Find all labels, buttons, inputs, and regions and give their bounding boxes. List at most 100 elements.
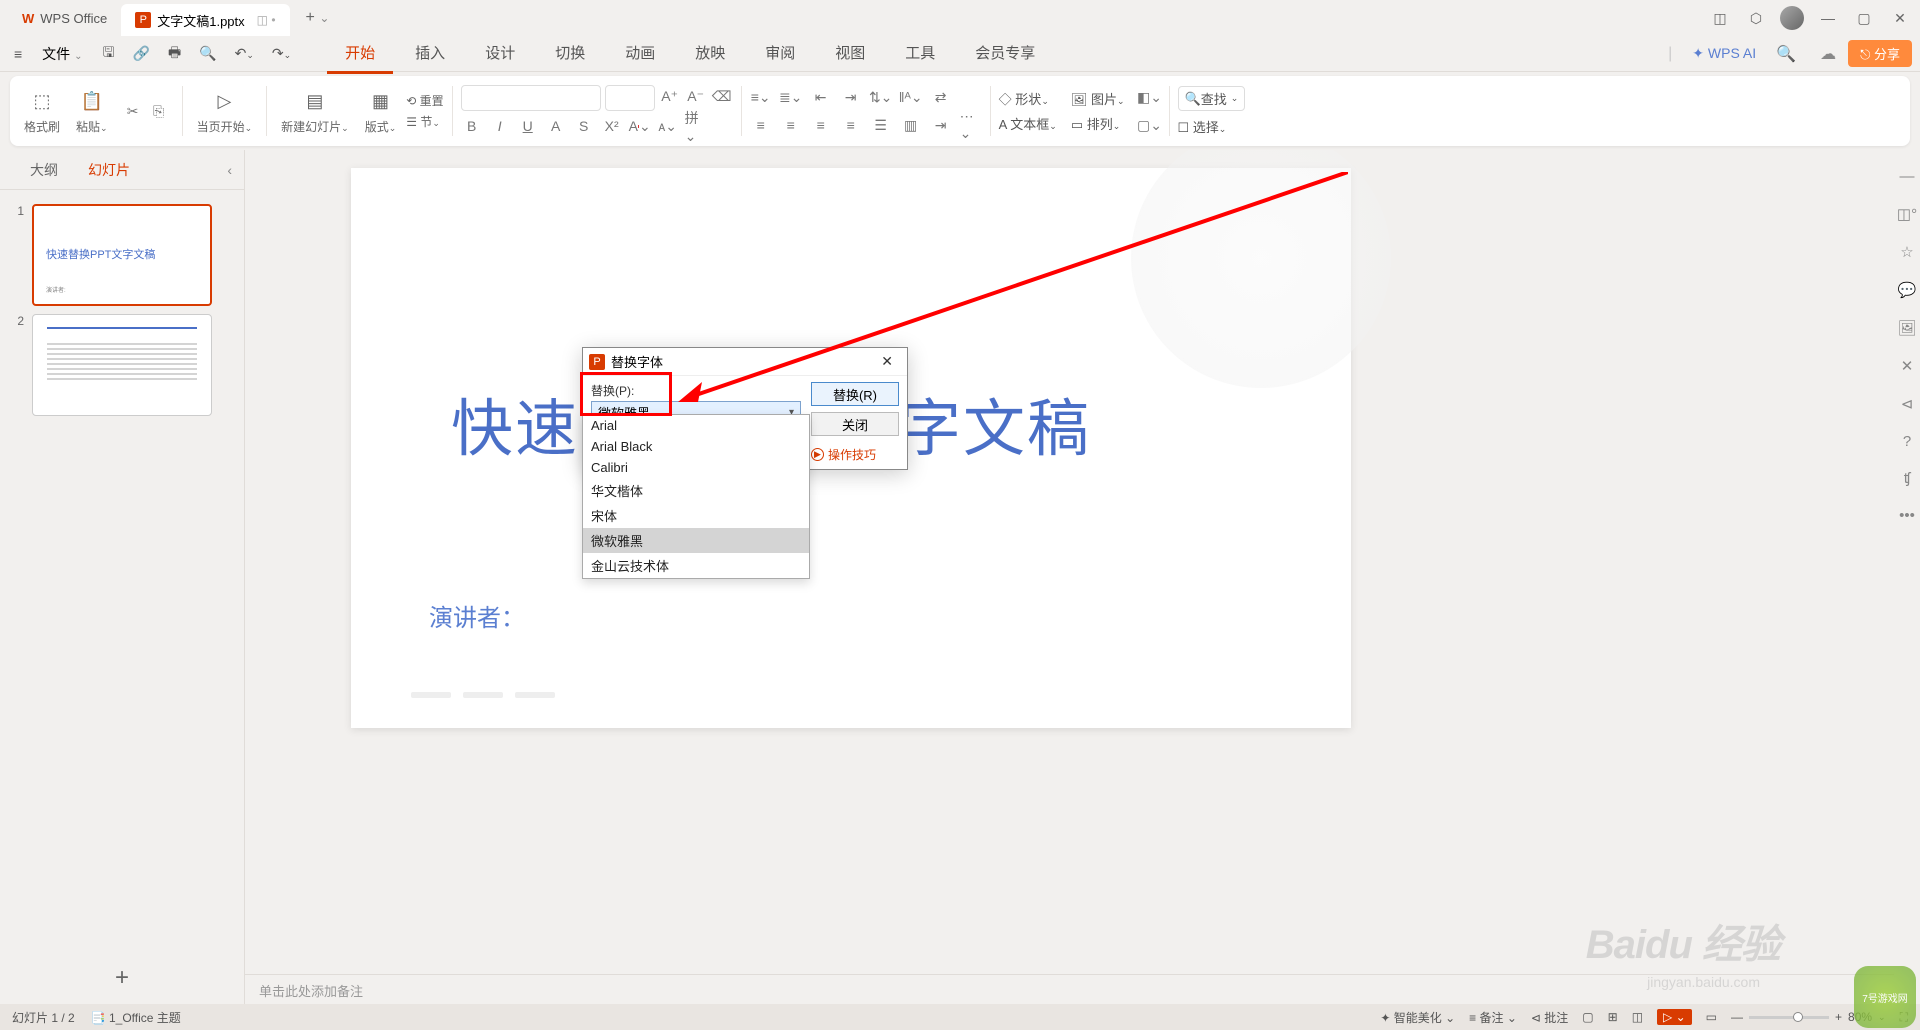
highlight-icon[interactable]: A [545, 115, 567, 137]
font-option[interactable]: 微软雅黑 [583, 528, 809, 553]
font-option[interactable]: Calibri [583, 457, 809, 478]
hanger-icon[interactable]: ʧ [1904, 470, 1910, 487]
export-icon[interactable]: 🔗 [127, 41, 156, 66]
tips-link[interactable]: ▶操作技巧 [811, 446, 899, 463]
clear-format-icon[interactable]: ⌫ [711, 85, 733, 107]
replace-button[interactable]: 替换(R) [811, 382, 899, 406]
notes-area[interactable]: 单击此处添加备注 [245, 974, 1894, 1004]
zoom-thumb[interactable] [1793, 1012, 1803, 1022]
more-icon[interactable]: ••• [1899, 507, 1915, 524]
align-center-icon[interactable]: ≡ [780, 114, 802, 136]
tab-slideshow[interactable]: 放映 [677, 34, 743, 74]
layout-group[interactable]: ▦版式⌄ [359, 88, 403, 135]
outline-icon[interactable]: ▢⌄ [1139, 114, 1161, 136]
font-size-selector[interactable] [605, 85, 655, 111]
tab-design[interactable]: 设计 [467, 34, 533, 74]
view-slideshow-icon[interactable]: ▷ ⌄ [1657, 1009, 1692, 1025]
section-button[interactable]: ☰ 节⌄ [406, 113, 443, 130]
view-presenter-icon[interactable]: ▭ [1706, 1010, 1717, 1024]
align-justify-icon[interactable]: ≡ [840, 114, 862, 136]
format-brush-group[interactable]: ⬚格式刷 [18, 88, 66, 135]
scissors-icon[interactable]: ✂ [122, 100, 144, 122]
window-mode-icon[interactable]: ◫ [1708, 6, 1732, 30]
text-direction-icon[interactable]: ‖ᴬ⌄ [900, 86, 922, 108]
close-button[interactable]: 关闭 [811, 412, 899, 436]
more-para-icon[interactable]: ⋯⌄ [960, 114, 982, 136]
tab-animation[interactable]: 动画 [607, 34, 673, 74]
start-page-group[interactable]: ▷当页开始⌄ [191, 88, 259, 135]
close-icon[interactable]: ✕ [1888, 6, 1912, 30]
share-button[interactable]: ⎋ 分享 [1848, 40, 1912, 67]
paste-group[interactable]: 📋粘贴⌄ [70, 88, 114, 135]
undo-icon[interactable]: ↶⌄ [229, 41, 260, 66]
tab-member[interactable]: 会员专享 [957, 34, 1053, 74]
copy-icon[interactable]: ⎘ [148, 100, 170, 122]
textbox-button[interactable]: A 文本框⌄ [999, 114, 1057, 133]
align-right-icon[interactable]: ≡ [810, 114, 832, 136]
bookmark-icon[interactable]: ⊲ [1901, 395, 1914, 413]
picture-button[interactable]: 🖼 图片⌄ [1071, 89, 1125, 108]
tools-icon[interactable]: ✕ [1901, 357, 1914, 375]
image-icon[interactable]: 🖼 [1897, 319, 1916, 337]
maximize-icon[interactable]: ▢ [1852, 6, 1876, 30]
text-effect-icon[interactable]: ᴀ⌄ [657, 115, 679, 137]
shape-button[interactable]: ◇ 形状⌄ [999, 89, 1057, 108]
number-list-icon[interactable]: ≣⌄ [780, 86, 802, 108]
font-option[interactable]: 华文楷体 [583, 478, 809, 503]
dialog-close-button[interactable]: ✕ [873, 351, 901, 372]
find-button[interactable]: 🔍 查找⌄ [1178, 86, 1246, 111]
collapse-icon[interactable]: ‹ [227, 162, 232, 178]
avatar[interactable] [1780, 6, 1804, 30]
zoom-slider[interactable] [1749, 1016, 1829, 1019]
increase-font-icon[interactable]: A⁺ [659, 85, 681, 107]
fill-icon[interactable]: ◧⌄ [1139, 86, 1161, 108]
bold-icon[interactable]: B [461, 115, 483, 137]
indent-left-icon[interactable]: ⇤ [810, 86, 832, 108]
save-icon[interactable]: 🖫 [97, 38, 121, 70]
add-slide-button[interactable]: + [0, 952, 244, 1004]
reset-button[interactable]: ⟲ 重置 [406, 92, 443, 109]
help-icon[interactable]: ? [1903, 433, 1911, 450]
redo-icon[interactable]: ↷⌄ [266, 41, 297, 66]
columns-icon[interactable]: ▥ [900, 114, 922, 136]
file-menu[interactable]: 文件⌄ [34, 42, 90, 66]
zoom-in-icon[interactable]: + [1835, 1010, 1842, 1024]
decrease-font-icon[interactable]: A⁻ [685, 85, 707, 107]
cloud-icon[interactable]: ☁ [1820, 44, 1836, 64]
minus-icon[interactable]: — [1900, 168, 1915, 185]
review-button[interactable]: ⊲ 批注 [1531, 1009, 1568, 1026]
phonetic-icon[interactable]: 拼⌄ [685, 115, 707, 137]
align-left-icon[interactable]: ≡ [750, 114, 772, 136]
distribute-icon[interactable]: ☰ [870, 114, 892, 136]
menu-icon[interactable]: ≡ [8, 42, 28, 66]
strikethrough-icon[interactable]: S [573, 115, 595, 137]
view-sorter-icon[interactable]: ⊞ [1608, 1010, 1618, 1024]
slide-thumbnail-1[interactable]: 快速替换PPT文字文稿 演讲者: [32, 204, 212, 306]
outline-tab[interactable]: 大纲 [30, 160, 58, 180]
slide-thumbnail-2[interactable] [32, 314, 212, 416]
settings-icon[interactable]: ◫° [1897, 205, 1917, 223]
superscript-icon[interactable]: X² [601, 115, 623, 137]
underline-icon[interactable]: U [517, 115, 539, 137]
tab-start[interactable]: 开始 [327, 34, 393, 74]
view-normal-icon[interactable]: ▢ [1582, 1010, 1593, 1024]
font-selector[interactable] [461, 85, 601, 111]
italic-icon[interactable]: I [489, 115, 511, 137]
new-slide-group[interactable]: ▤新建幻灯片⌄ [275, 88, 355, 135]
tab-tools[interactable]: 工具 [887, 34, 953, 74]
font-option[interactable]: 金山云技术体 [583, 553, 809, 578]
tab-review[interactable]: 审阅 [747, 34, 813, 74]
font-option[interactable]: Arial [583, 415, 809, 436]
line-spacing-icon[interactable]: ⇅⌄ [870, 86, 892, 108]
font-option[interactable]: Arial Black [583, 436, 809, 457]
new-tab-button[interactable]: + ⌄ [298, 5, 338, 31]
print-icon[interactable]: 🖶 [162, 38, 187, 70]
cube-icon[interactable]: ⬡ [1744, 6, 1768, 30]
arrange-button[interactable]: ▭ 排列⌄ [1071, 114, 1125, 133]
search-icon[interactable]: 🔍 [1776, 44, 1796, 64]
chat-icon[interactable]: 💬 [1898, 281, 1917, 299]
slides-tab[interactable]: 幻灯片 [88, 160, 130, 180]
minimize-icon[interactable]: — [1816, 6, 1840, 30]
indent-right-icon[interactable]: ⇥ [840, 86, 862, 108]
font-color-icon[interactable]: A⌄ [629, 115, 651, 137]
